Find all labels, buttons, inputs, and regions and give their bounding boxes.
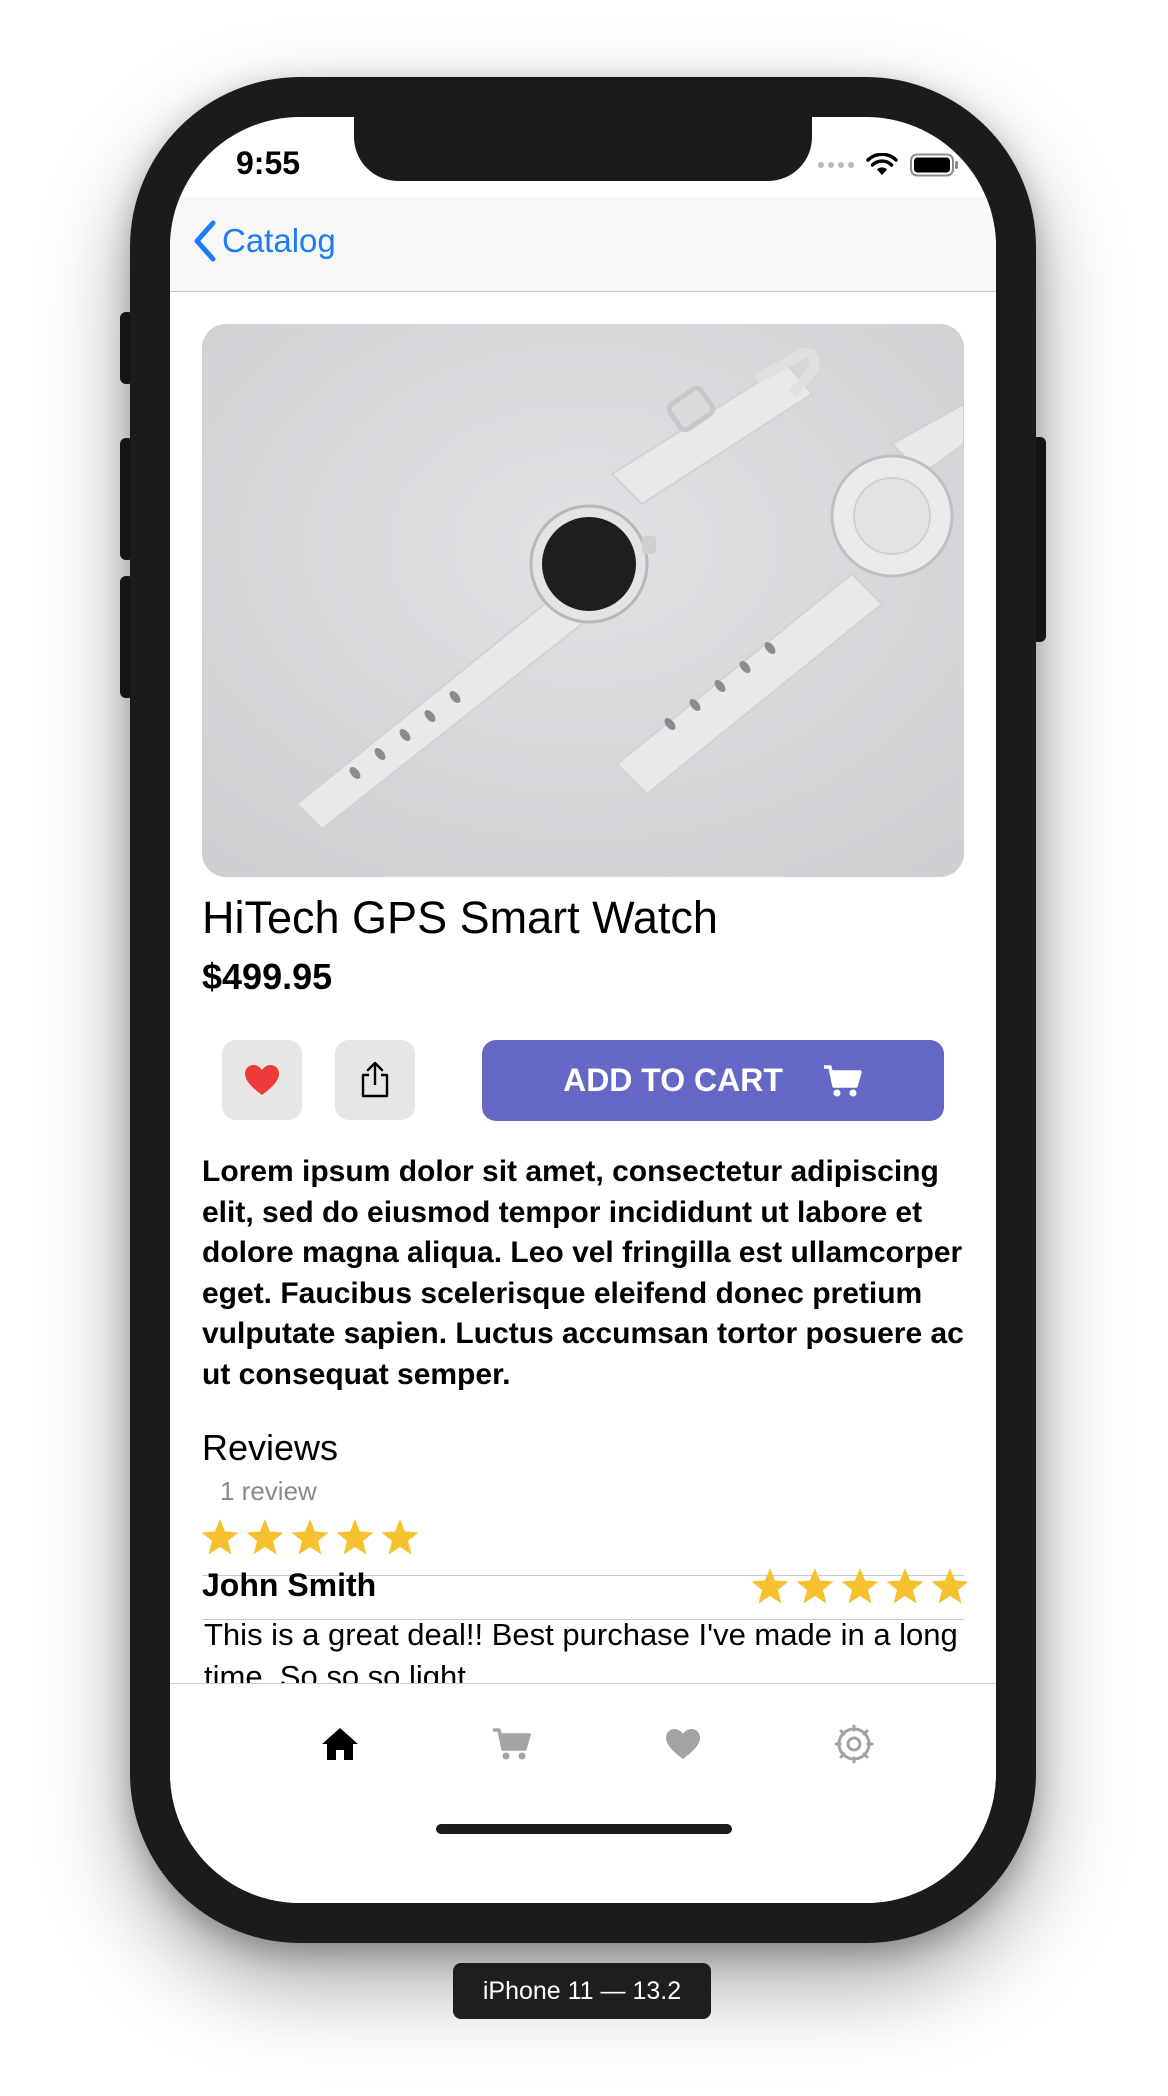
navigation-bar: Catalog (170, 197, 996, 292)
add-to-cart-label: ADD TO CART (563, 1062, 783, 1098)
star-icon (931, 1568, 969, 1604)
star-icon (886, 1568, 924, 1604)
cart-icon (823, 1064, 862, 1096)
average-rating-stars (200, 1517, 420, 1557)
tab-bar (170, 1683, 996, 1903)
cart-icon (493, 1728, 531, 1760)
tab-favorites[interactable] (653, 1714, 713, 1774)
product-price: $499.95 (202, 956, 333, 997)
favorite-button[interactable] (222, 1040, 302, 1120)
status-time: 9:55 (236, 145, 301, 181)
star-icon (336, 1519, 374, 1555)
share-icon (361, 1061, 389, 1098)
share-button[interactable] (335, 1040, 415, 1120)
chevron-left-icon (194, 220, 216, 262)
notch (354, 117, 812, 181)
status-icons (818, 153, 960, 177)
product-description: Lorem ipsum dolor sit amet, consectetur … (202, 1155, 964, 1391)
star-icon (751, 1568, 789, 1604)
add-to-cart-button[interactable]: ADD TO CART (482, 1040, 944, 1121)
battery-icon (910, 153, 958, 177)
star-icon (246, 1519, 284, 1555)
star-icon (841, 1568, 879, 1604)
heart-icon (666, 1729, 700, 1759)
tab-home[interactable] (310, 1714, 370, 1774)
back-button[interactable]: Catalog (192, 219, 336, 263)
back-button-label: Catalog (222, 222, 336, 259)
simulator-device-label: iPhone 11 — 13.2 (453, 1963, 711, 2019)
product-image (202, 324, 964, 877)
review-rating-stars (750, 1566, 970, 1606)
product-detail-scroll[interactable]: HiTech GPS Smart Watch $499.95 ADD TO CA… (170, 292, 996, 1857)
product-title: HiTech GPS Smart Watch (202, 892, 718, 943)
reviews-heading: Reviews (202, 1427, 339, 1468)
star-icon (291, 1519, 329, 1555)
review-author: John Smith (202, 1567, 377, 1603)
tab-settings[interactable] (824, 1714, 884, 1774)
home-indicator (436, 1824, 732, 1834)
star-icon (201, 1519, 239, 1555)
star-icon (381, 1519, 419, 1555)
tab-cart[interactable] (482, 1714, 542, 1774)
home-icon (322, 1728, 358, 1760)
star-icon (796, 1568, 834, 1604)
gear-icon (834, 1724, 874, 1764)
heart-icon (245, 1065, 279, 1095)
review-count: 1 review (220, 1476, 317, 1506)
wifi-icon (866, 153, 898, 175)
phone-screen: 9:55 Catalog HiTech GPS Smart Watch $499… (170, 117, 996, 1903)
cellular-signal-icon (818, 162, 854, 168)
